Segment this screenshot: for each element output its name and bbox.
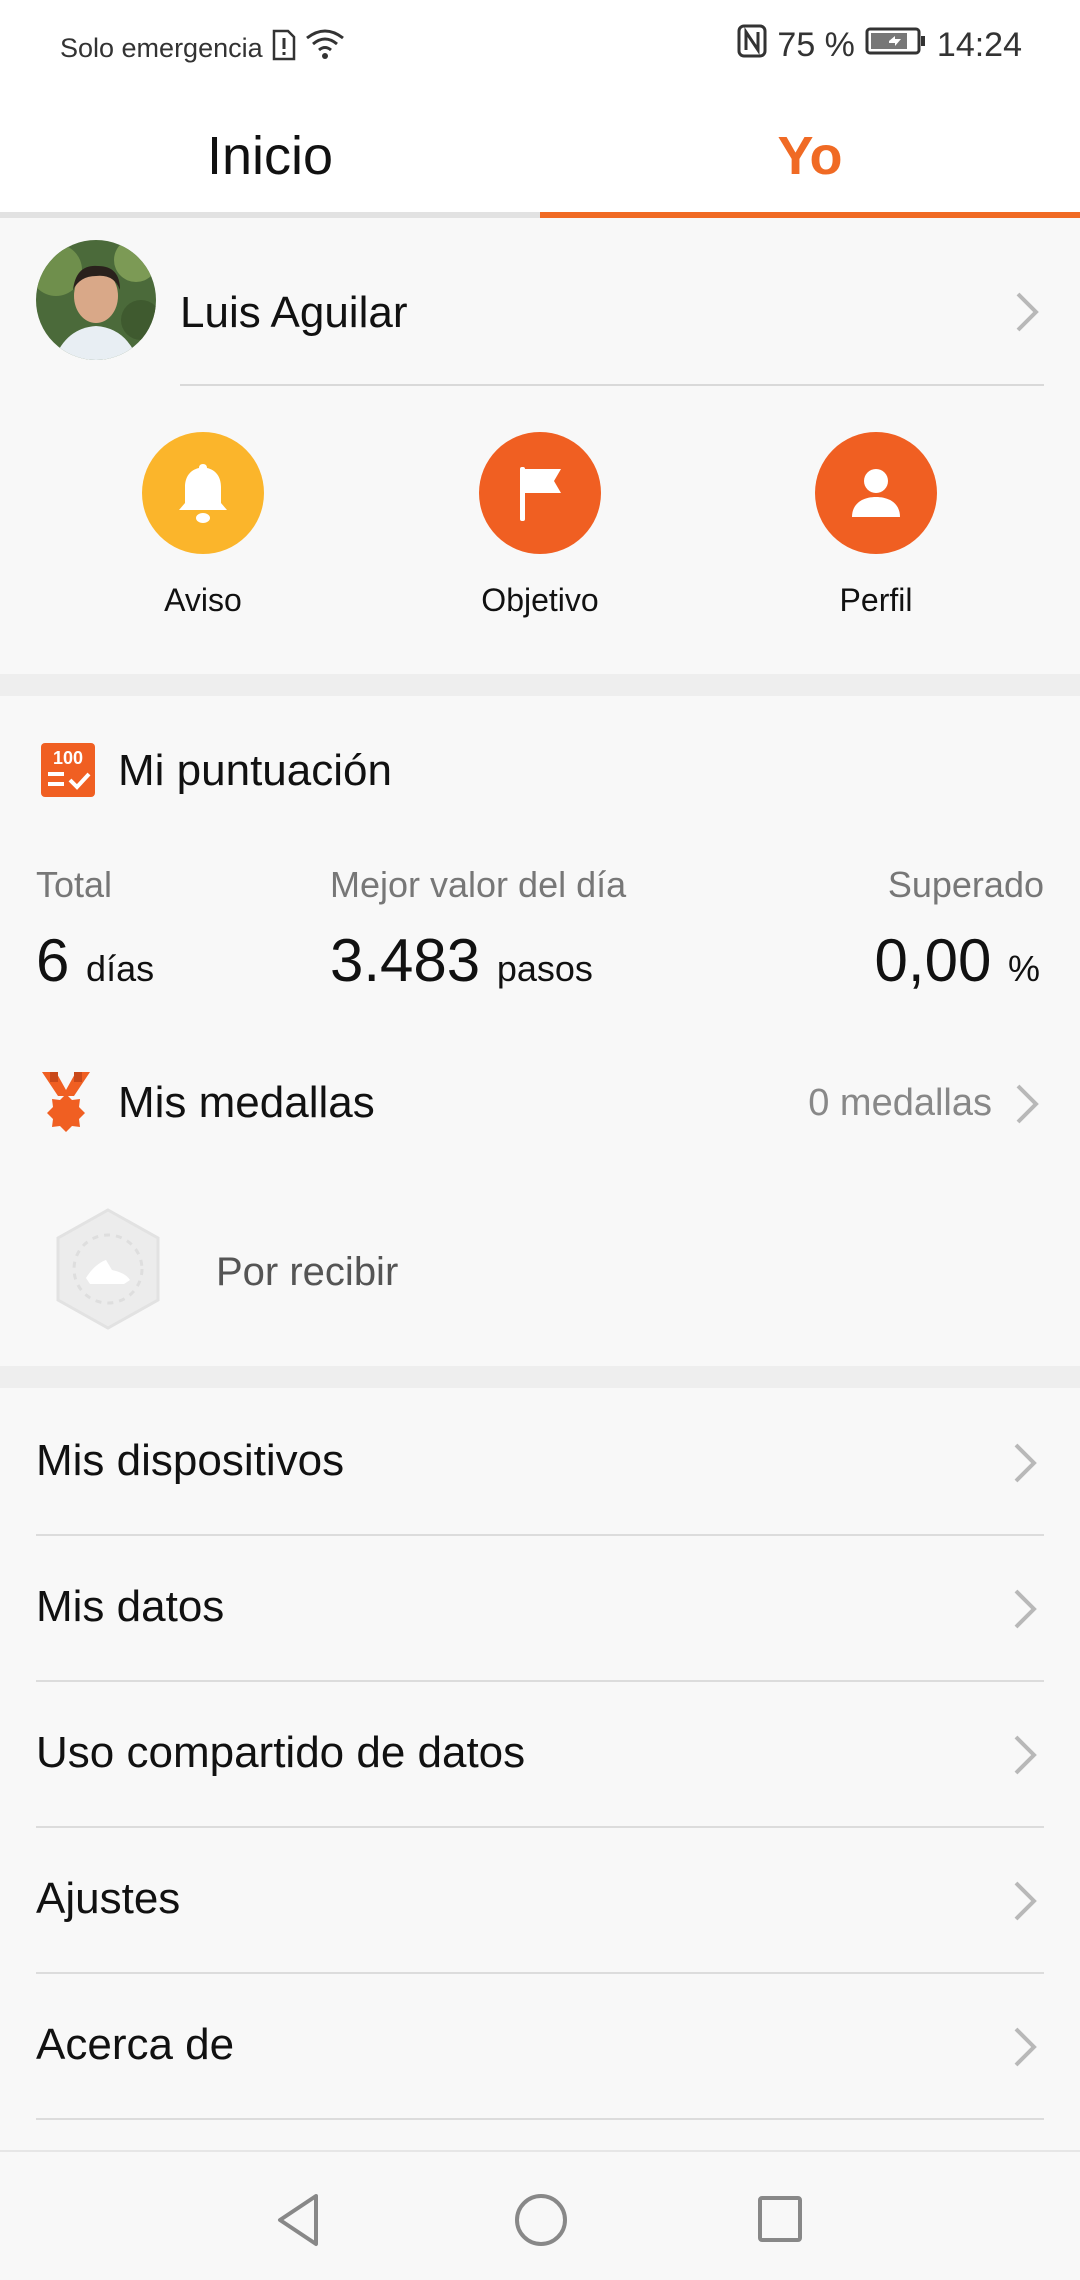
status-left: Solo emergencia xyxy=(60,28,345,69)
menu-item-label: Mis dispositivos xyxy=(36,1436,345,1485)
avatar[interactable] xyxy=(36,240,156,360)
chevron-right-icon xyxy=(1010,1733,1040,1777)
stat-number: 6 xyxy=(36,927,70,994)
stat-unit: días xyxy=(86,948,155,989)
medals-chevron-icon[interactable] xyxy=(1012,1082,1042,1126)
recents-icon[interactable] xyxy=(756,2194,804,2249)
menu-item-label: Mis datos xyxy=(36,1582,225,1631)
tab-inicio[interactable]: Inicio xyxy=(0,92,540,220)
section-divider xyxy=(0,1366,1080,1388)
menu-item-mis-dispositivos[interactable]: Mis dispositivos xyxy=(0,1390,1080,1536)
stat-number: 3.483 xyxy=(330,927,481,994)
menu-item-ajustes[interactable]: Ajustes xyxy=(0,1828,1080,1974)
chevron-right-icon xyxy=(1010,1879,1040,1923)
medals-title: Mis medallas xyxy=(118,1078,375,1127)
profile-divider xyxy=(180,384,1044,386)
battery-icon xyxy=(865,26,927,65)
pending-medal-label: Por recibir xyxy=(216,1250,399,1294)
person-icon xyxy=(815,432,937,554)
status-bar: Solo emergencia 75 % 14:24 xyxy=(0,0,1080,92)
top-tabs: Inicio Yo xyxy=(0,92,1080,220)
menu-separator xyxy=(36,2118,1044,2120)
quick-action-aviso[interactable]: Aviso xyxy=(103,432,303,619)
score-icon: 100 xyxy=(40,742,96,798)
quick-action-label: Aviso xyxy=(164,582,242,618)
svg-text:100: 100 xyxy=(53,748,83,768)
quick-action-label: Objetivo xyxy=(481,582,599,618)
stat-value-total: 6 días xyxy=(36,926,154,995)
medal-icon xyxy=(36,1070,96,1136)
menu-item-acerca-de[interactable]: Acerca de xyxy=(0,1974,1080,2120)
system-navigation-bar xyxy=(0,2150,1080,2280)
battery-percent: 75 % xyxy=(777,26,855,64)
profile-chevron-icon[interactable] xyxy=(1012,290,1042,334)
stat-unit: pasos xyxy=(496,948,593,989)
chevron-right-icon xyxy=(1010,1441,1040,1485)
menu-item-label: Uso compartido de datos xyxy=(36,1728,526,1777)
quick-action-objetivo[interactable]: Objetivo xyxy=(440,432,640,619)
bell-icon xyxy=(142,432,264,554)
chevron-right-icon xyxy=(1010,1587,1040,1631)
user-name[interactable]: Luis Aguilar xyxy=(180,288,407,338)
stat-value-best: 3.483 pasos xyxy=(330,926,593,995)
back-icon[interactable] xyxy=(272,2192,324,2253)
medals-count[interactable]: 0 medallas xyxy=(808,1082,992,1125)
menu-item-label: Acerca de xyxy=(36,2020,235,2069)
stat-label-total: Total xyxy=(36,864,113,905)
chevron-right-icon xyxy=(1010,2025,1040,2069)
stat-unit: % xyxy=(1007,948,1040,989)
tab-yo[interactable]: Yo xyxy=(540,92,1080,220)
status-right: 75 % 14:24 xyxy=(737,24,1022,67)
clock: 14:24 xyxy=(936,26,1022,64)
menu-item-uso-compartido[interactable]: Uso compartido de datos xyxy=(0,1682,1080,1828)
wifi-icon xyxy=(305,28,345,69)
menu-item-label: Ajustes xyxy=(36,1874,181,1923)
pending-medal-icon[interactable] xyxy=(50,1206,166,1332)
stat-value-exceeded: 0,00 % xyxy=(875,926,1040,995)
carrier-text: Solo emergencia xyxy=(60,33,263,63)
quick-action-label: Perfil xyxy=(839,582,913,618)
menu-item-mis-datos[interactable]: Mis datos xyxy=(0,1536,1080,1682)
stat-label-exceeded: Superado xyxy=(887,864,1044,905)
nfc-icon xyxy=(737,24,767,67)
flag-icon xyxy=(479,432,601,554)
section-divider xyxy=(0,674,1080,696)
quick-action-perfil[interactable]: Perfil xyxy=(776,432,976,619)
home-icon[interactable] xyxy=(513,2192,569,2253)
stat-label-best: Mejor valor del día xyxy=(330,864,627,905)
stat-number: 0,00 xyxy=(874,927,992,994)
sim-alert-icon xyxy=(271,29,297,68)
score-title: Mi puntuación xyxy=(118,746,392,795)
